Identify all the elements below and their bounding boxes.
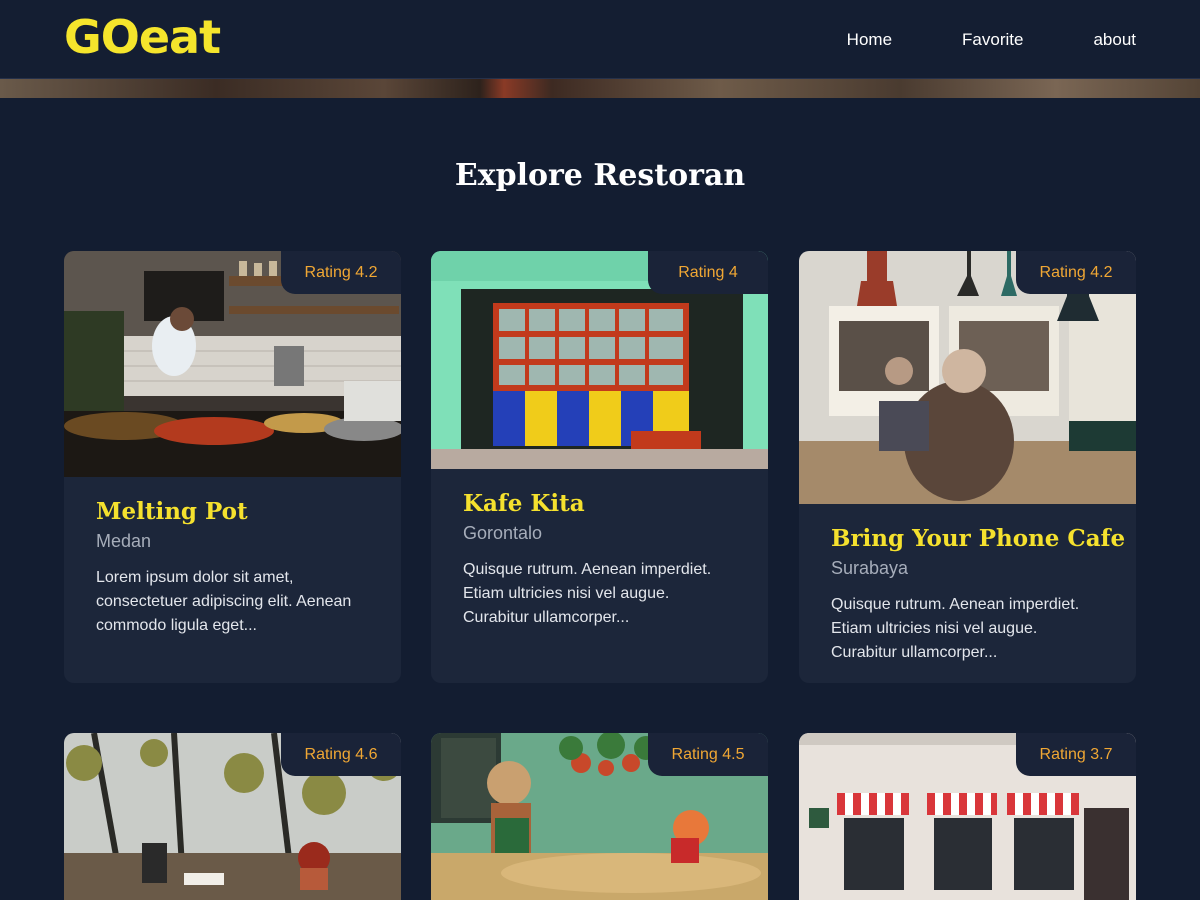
rating-badge: Rating 4.5 xyxy=(648,733,768,776)
restaurant-description: Lorem ipsum dolor sit amet, consectetuer… xyxy=(96,569,352,634)
restaurant-image: Rating 4.2 xyxy=(64,251,401,477)
rating-badge: Rating 4 xyxy=(648,251,768,294)
restaurant-card[interactable]: Rating 4.5 xyxy=(431,733,768,900)
restaurant-image: Rating 4 xyxy=(431,251,768,469)
nav-favorite-link[interactable]: Favorite xyxy=(962,30,1023,50)
restaurant-description: Quisque rutrum. Aenean imperdiet. Etiam … xyxy=(831,596,1080,661)
hero-image xyxy=(0,79,1200,98)
restaurant-city: Gorontalo xyxy=(463,523,543,543)
restaurant-name[interactable]: Melting Pot xyxy=(96,497,369,527)
main-nav: Home Favorite about xyxy=(847,0,1136,79)
rating-badge: Rating 4.2 xyxy=(1016,251,1136,294)
rating-badge: Rating 3.7 xyxy=(1016,733,1136,776)
card-body: Melting Pot Medan Lorem ipsum dolor sit … xyxy=(64,477,401,638)
nav-home-link[interactable]: Home xyxy=(847,30,892,50)
card-body: Kafe Kita Gorontalo Quisque rutrum. Aene… xyxy=(431,469,768,630)
card-body: Bring Your Phone Cafe Surabaya Quisque r… xyxy=(799,504,1136,665)
restaurant-city: Surabaya xyxy=(831,558,909,578)
site-header: GOeat Home Favorite about xyxy=(0,0,1200,79)
logo-text[interactable]: GOeat xyxy=(64,14,221,60)
restaurant-name[interactable]: Kafe Kita xyxy=(463,489,736,519)
brand-logo[interactable]: GOeat xyxy=(64,8,221,66)
nav-about-link[interactable]: about xyxy=(1093,30,1136,50)
restaurant-description: Quisque rutrum. Aenean imperdiet. Etiam … xyxy=(463,561,712,626)
restaurant-name[interactable]: Bring Your Phone Cafe xyxy=(831,524,1125,554)
restaurant-city: Medan xyxy=(96,531,152,551)
rating-badge: Rating 4.2 xyxy=(281,251,401,294)
restaurant-card[interactable]: Rating 3.7 xyxy=(799,733,1136,900)
restaurant-image: Rating 4.5 xyxy=(431,733,768,900)
rating-badge: Rating 4.6 xyxy=(281,733,401,776)
restaurant-image: Rating 3.7 xyxy=(799,733,1136,900)
restaurant-image: Rating 4.6 xyxy=(64,733,401,900)
restaurant-card[interactable]: Rating 4.6 xyxy=(64,733,401,900)
restaurant-card[interactable]: Rating 4.2 Melting Pot Medan Lorem ipsum… xyxy=(64,251,401,683)
section-title: Explore Restoran xyxy=(454,158,746,193)
restaurant-image: Rating 4.2 xyxy=(799,251,1136,504)
restaurant-card[interactable]: Rating 4.2 Bring Your Phone Cafe Surabay… xyxy=(799,251,1136,683)
restaurant-card[interactable]: Rating 4 Kafe Kita Gorontalo Quisque rut… xyxy=(431,251,768,683)
